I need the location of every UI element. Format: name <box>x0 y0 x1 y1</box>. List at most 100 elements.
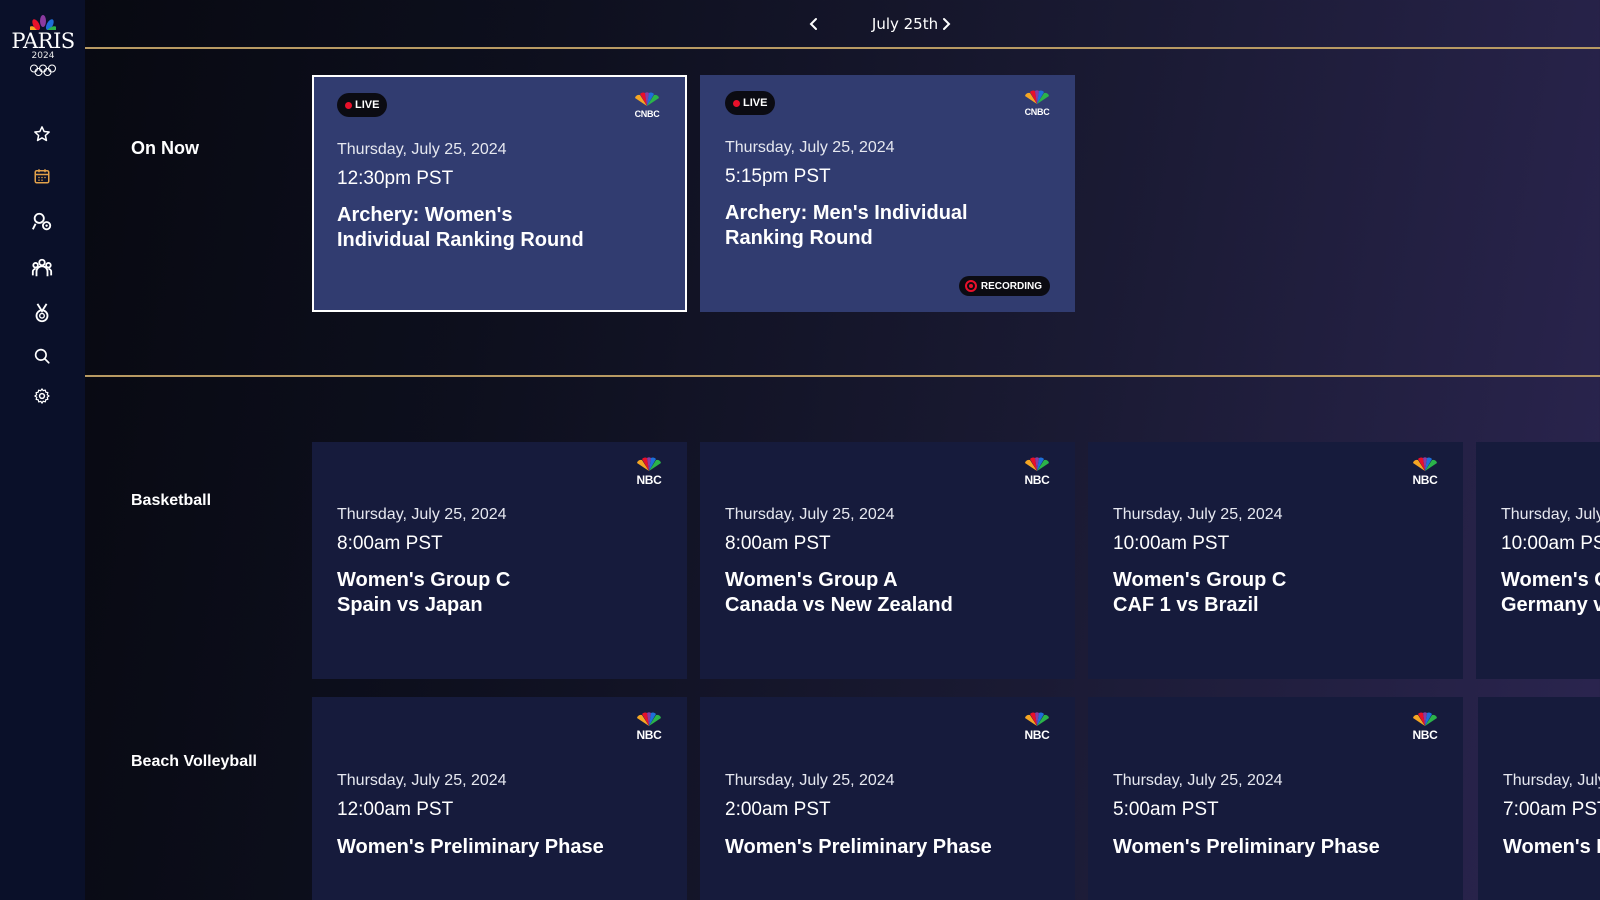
live-badge: LIVE <box>337 93 388 117</box>
network-name: NBC <box>1412 728 1438 742</box>
live-badge: LIVE <box>725 91 776 115</box>
event-title: Women's Group A Canada vs New Zealand <box>725 569 953 616</box>
event-card[interactable]: NBC Thursday, July 25, 2024 2:00am PST W… <box>700 697 1075 900</box>
event-card[interactable]: NBC Thursday, July 25, 2024 12:00am PST … <box>312 697 687 900</box>
event-date: Thursday, July 25, 2024 <box>337 506 507 523</box>
record-icon <box>964 280 977 292</box>
network-name: NBC <box>636 473 662 487</box>
logo-city: PARIS <box>11 29 75 53</box>
event-time: 8:00am PST <box>725 533 831 554</box>
network-logo: NBC <box>1407 711 1443 741</box>
event-date: Thursday, July 25, 2024 <box>725 772 895 789</box>
event-title: Women's Preliminary Phase <box>1503 836 1600 858</box>
gear-icon <box>34 388 50 404</box>
network-name: NBC <box>1024 728 1050 742</box>
sidebar: PARIS 2024 <box>0 0 85 900</box>
peacock-icon <box>1413 457 1437 471</box>
nav-search[interactable] <box>30 344 54 368</box>
event-title: Women's Preliminary Phase <box>337 836 604 858</box>
event-card-live[interactable]: LIVE CNBC Thursday, July 25, 2024 5:15pm… <box>700 75 1075 312</box>
nav-sports[interactable] <box>30 210 54 234</box>
event-time: 2:00am PST <box>725 799 831 820</box>
network-name: NBC <box>636 728 662 742</box>
recording-badge: RECORDING <box>958 276 1050 296</box>
peacock-icon <box>1025 90 1049 104</box>
recording-label: RECORDING <box>980 280 1042 292</box>
live-label: LIVE <box>355 99 380 111</box>
event-date: Thursday, July 25, 2024 <box>725 139 895 156</box>
event-card[interactable]: Thursday, July 25, 2024 7:00am PST Women… <box>1478 697 1600 900</box>
chevron-left-icon <box>809 18 817 30</box>
medal-icon <box>35 303 49 323</box>
peacock-icon <box>1413 712 1437 726</box>
event-title: Women's Preliminary Phase <box>1113 836 1380 858</box>
event-card[interactable]: Thursday, July 25, 2024 10:00am PST Wome… <box>1476 442 1600 679</box>
event-date: Thursday, July 25, 2024 <box>1113 772 1283 789</box>
event-title: Women's Group C CAF 1 vs Brazil <box>1113 569 1287 616</box>
date-bar: July 25th <box>85 0 1600 48</box>
event-title: Women's Preliminary Phase <box>725 836 992 858</box>
nav-medals[interactable] <box>30 301 54 325</box>
header-divider <box>85 47 1600 49</box>
peacock-icon <box>1025 457 1049 471</box>
event-card[interactable]: NBC Thursday, July 25, 2024 8:00am PST W… <box>312 442 687 679</box>
event-title: Archery: Women's Individual Ranking Round <box>337 204 584 251</box>
event-title: Women's Group C Spain vs Japan <box>337 569 511 616</box>
network-name: CNBC <box>1024 107 1050 117</box>
nav-schedule[interactable] <box>30 164 54 188</box>
event-card[interactable]: NBC Thursday, July 25, 2024 5:00am PST W… <box>1088 697 1463 900</box>
search-icon <box>34 348 50 364</box>
event-time: 5:00am PST <box>1113 799 1219 820</box>
network-logo: CNBC <box>629 91 665 119</box>
event-date: Thursday, July 25, 2024 <box>1503 772 1600 789</box>
network-logo: NBC <box>1407 456 1443 486</box>
event-date: Thursday, July 25, 2024 <box>337 772 507 789</box>
event-card-live[interactable]: LIVE CNBC Thursday, July 25, 2024 12:30p… <box>312 75 687 312</box>
paris-2024-logo: PARIS 2024 <box>10 14 76 80</box>
logo-year: 2024 <box>31 51 55 61</box>
event-card[interactable]: NBC Thursday, July 25, 2024 10:00am PST … <box>1088 442 1463 679</box>
previous-day-button[interactable] <box>804 14 824 34</box>
event-title: Archery: Men's Individual Ranking Round <box>725 202 968 249</box>
event-date: Thursday, July 25, 2024 <box>1501 506 1600 523</box>
event-time: 7:00am PST <box>1503 799 1600 820</box>
event-time: 8:00am PST <box>337 533 443 554</box>
event-date: Thursday, July 25, 2024 <box>725 506 895 523</box>
network-logo: NBC <box>1019 456 1055 486</box>
nav-teams[interactable] <box>30 256 54 280</box>
next-day-button[interactable] <box>936 14 956 34</box>
peacock-icon <box>637 712 661 726</box>
network-logo: CNBC <box>1019 89 1055 117</box>
network-name: NBC <box>1024 473 1050 487</box>
row-label-basketball: Basketball <box>131 492 212 509</box>
event-card[interactable]: NBC Thursday, July 25, 2024 8:00am PST W… <box>700 442 1075 679</box>
network-name: CNBC <box>634 109 660 119</box>
peacock-icon <box>637 457 661 471</box>
event-date: Thursday, July 25, 2024 <box>1113 506 1283 523</box>
event-date: Thursday, July 25, 2024 <box>337 141 507 158</box>
network-logo: NBC <box>631 711 667 741</box>
event-time: 12:00am PST <box>337 799 454 820</box>
peacock-icon <box>1025 712 1049 726</box>
nav-favorites[interactable] <box>30 122 54 146</box>
chevron-right-icon <box>943 18 951 30</box>
event-title: Women's GroupGermany vs <box>1501 569 1600 616</box>
event-time: 10:00am PST <box>1501 533 1600 554</box>
event-time: 10:00am PST <box>1113 533 1230 554</box>
peacock-icon <box>635 92 659 106</box>
nav-settings[interactable] <box>30 384 54 408</box>
network-name: NBC <box>1412 473 1438 487</box>
network-logo: NBC <box>1019 711 1055 741</box>
row-label-beach-volleyball: Beach Volleyball <box>131 753 257 770</box>
event-time: 12:30pm PST <box>337 168 454 189</box>
live-label: LIVE <box>743 97 768 109</box>
live-dot-icon <box>733 99 740 107</box>
network-logo: NBC <box>631 456 667 486</box>
row-label-on-now: On Now <box>131 138 199 158</box>
sports-icon <box>32 212 52 231</box>
live-dot-icon <box>345 101 352 109</box>
star-icon <box>34 126 50 142</box>
peacock-icon <box>30 15 56 30</box>
olympic-rings-icon <box>30 64 56 76</box>
event-time: 5:15pm PST <box>725 166 831 187</box>
